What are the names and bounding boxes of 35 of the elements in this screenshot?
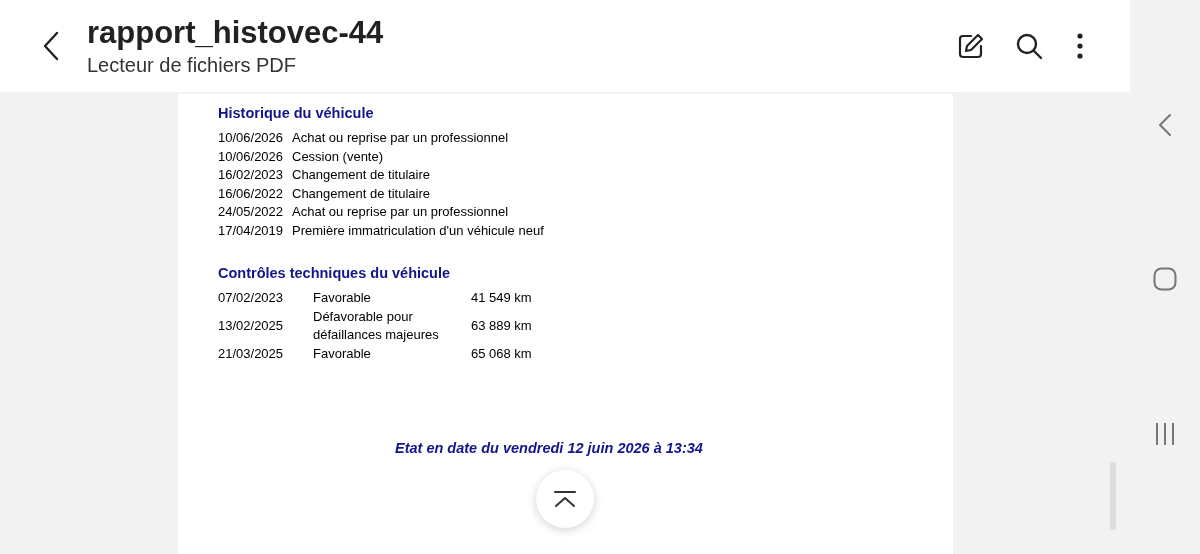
inspection-mileage: 41 549 km <box>471 289 532 307</box>
inspection-date: 21/03/2025 <box>218 344 285 363</box>
inspection-mileage: 63 889 km <box>471 316 532 335</box>
recents-icon <box>1154 422 1176 446</box>
more-icon <box>1077 33 1083 59</box>
history-event: Changement de titulaire <box>292 166 431 184</box>
history-event: Cession (vente) <box>292 147 384 166</box>
back-icon <box>1158 113 1172 137</box>
section-heading: Contrôles techniques du véhicule <box>218 264 452 283</box>
search-icon <box>1015 32 1043 60</box>
history-date: 24/05/2022 <box>218 203 285 221</box>
report-timestamp: Etat en date du vendredi 12 juin 2026 à 13:34 <box>395 439 704 458</box>
history-date: 16/06/2022 <box>218 184 285 203</box>
history-date: 17/04/2019 <box>218 221 285 240</box>
edit-icon <box>957 32 985 60</box>
scroll-to-top-icon <box>553 490 577 508</box>
history-date: 10/06/2026 <box>218 129 285 147</box>
back-icon <box>42 31 60 61</box>
history-event: Achat ou reprise par un professionnel <box>292 203 509 221</box>
history-date: 16/02/2023 <box>218 166 285 184</box>
document-title: rapport_histovec-44 <box>87 14 384 52</box>
history-date: 10/06/2026 <box>218 147 285 166</box>
inspection-result: Favorable <box>313 344 372 363</box>
inspection-result: Favorable <box>313 289 372 307</box>
inspection-result: Défavorable pour défaillances majeures <box>313 307 440 344</box>
history-event: Achat ou reprise par un professionnel <box>292 129 509 147</box>
scroll-to-top-button[interactable] <box>536 470 594 528</box>
app-subtitle: Lecteur de fichiers PDF <box>87 53 297 78</box>
inspection-date: 07/02/2023 <box>218 289 285 307</box>
inspection-mileage: 65 068 km <box>471 344 532 363</box>
history-event: Changement de titulaire <box>292 184 431 203</box>
inspection-date: 13/02/2025 <box>218 316 285 335</box>
section-heading: Historique du véhicule <box>218 104 375 123</box>
history-event: Première immatriculation d'un véhicule neuf <box>292 221 544 240</box>
home-icon <box>1153 267 1177 291</box>
